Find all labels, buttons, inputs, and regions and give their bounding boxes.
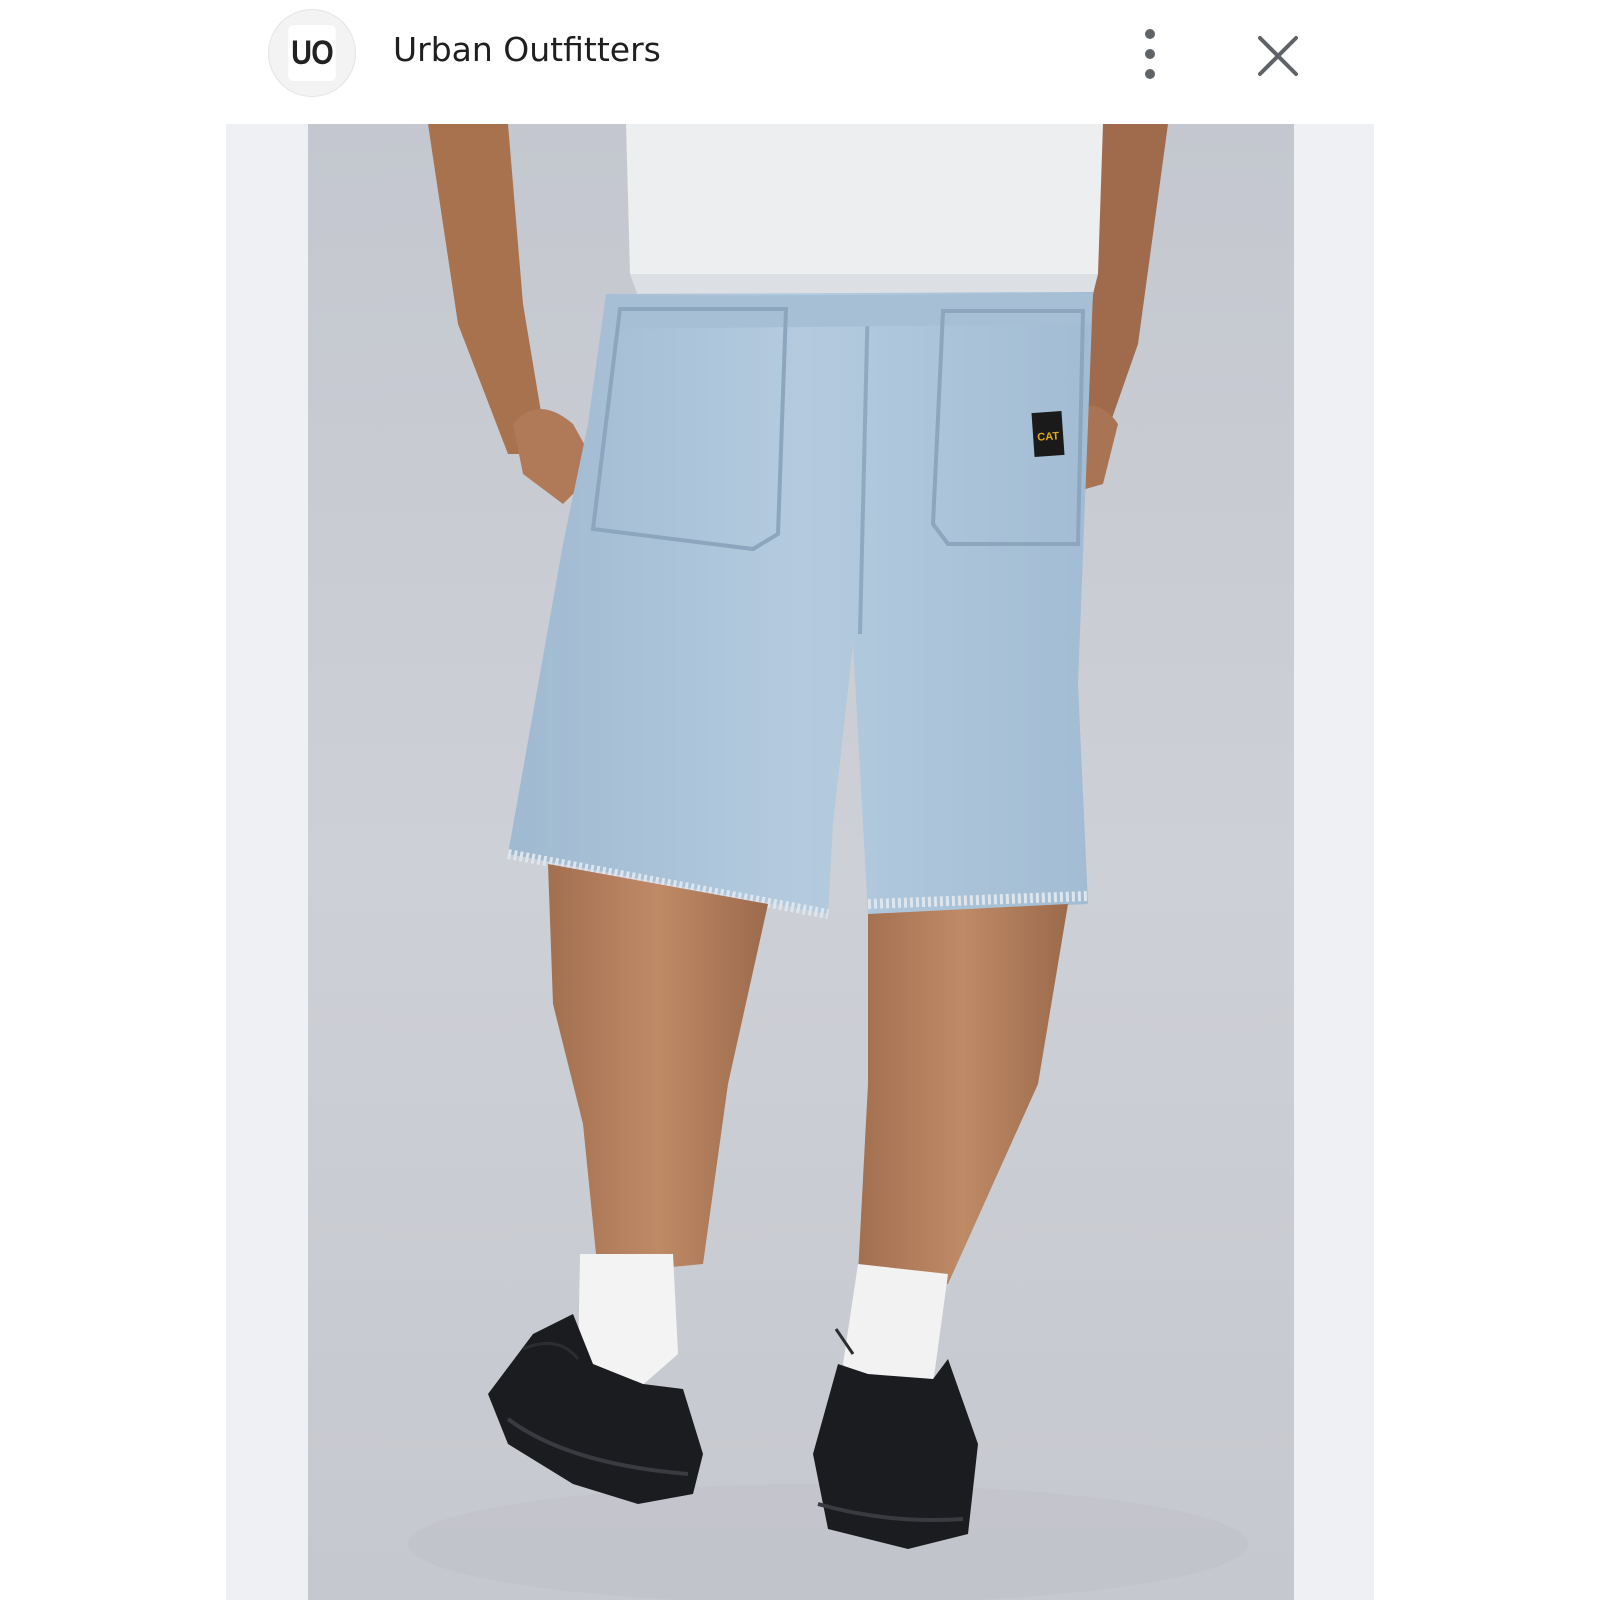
more-vertical-icon xyxy=(1145,29,1155,79)
close-icon xyxy=(1258,36,1298,76)
brand-avatar[interactable]: UO xyxy=(268,9,356,97)
brand-label-text: CAT xyxy=(1037,430,1060,444)
app-header: UO Urban Outfitters xyxy=(0,0,1600,110)
page-title: Urban Outfitters xyxy=(393,30,661,69)
close-button[interactable] xyxy=(1252,30,1304,82)
product-photo[interactable]: CAT xyxy=(308,124,1294,1600)
more-options-button[interactable] xyxy=(1130,26,1170,82)
denim-shorts-photo: CAT xyxy=(308,124,1294,1600)
brand-logo: UO xyxy=(288,25,336,81)
